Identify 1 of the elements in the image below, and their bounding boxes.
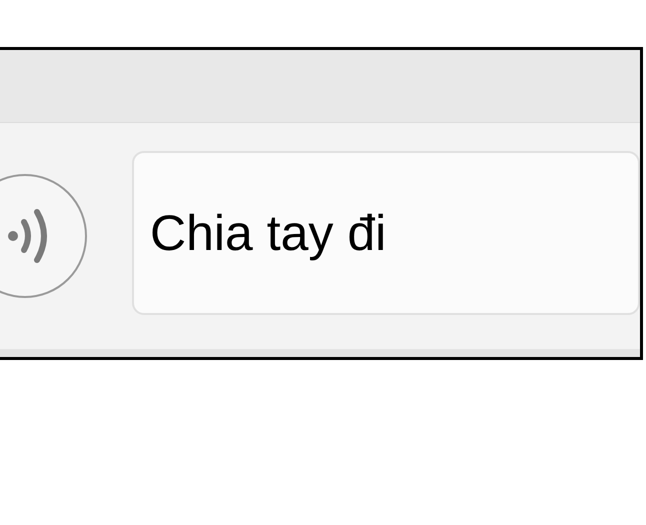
message-field[interactable]: Chia tay đi	[132, 151, 640, 315]
